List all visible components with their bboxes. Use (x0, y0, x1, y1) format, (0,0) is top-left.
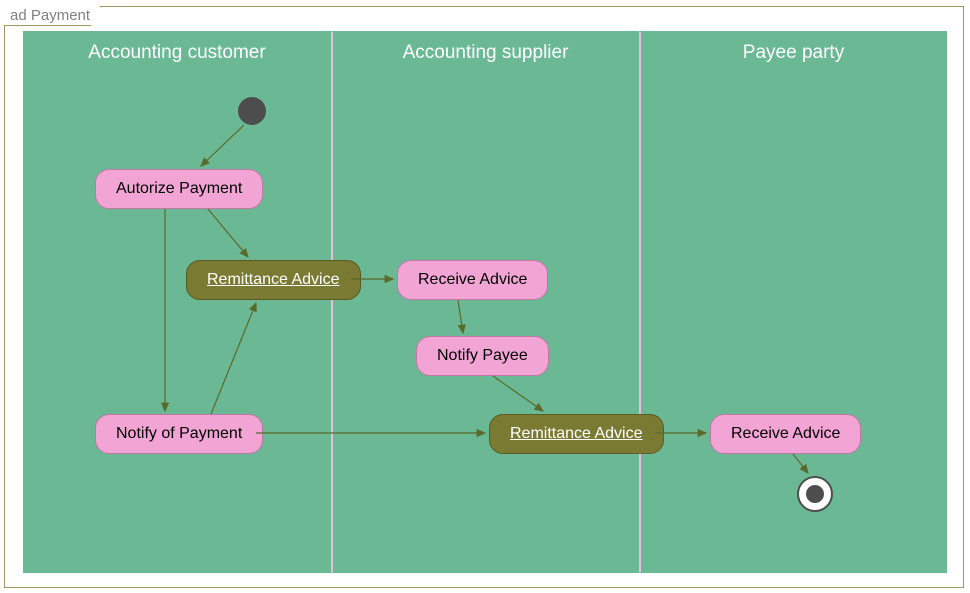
swimlane-accounting-supplier: Accounting supplier (331, 31, 639, 573)
object-remittance-advice-1: Remittance Advice (186, 260, 361, 300)
diagram-frame: ad Payment Accounting customer Accountin… (4, 6, 964, 588)
activity-notify-of-payment: Notify of Payment (95, 414, 263, 454)
swimlane-payee-party: Payee party (639, 31, 947, 573)
lane-header-payee: Payee party (641, 32, 946, 80)
object-label: Remittance Advice (510, 425, 643, 443)
initial-node-icon (238, 97, 266, 125)
activity-label: Notify of Payment (116, 425, 242, 443)
swimlane-container: Accounting customer Accounting supplier … (23, 31, 947, 573)
object-remittance-advice-2: Remittance Advice (489, 414, 664, 454)
activity-label: Receive Advice (731, 425, 840, 443)
activity-authorize-payment: Autorize Payment (95, 169, 263, 209)
lane-header-customer: Accounting customer (24, 32, 330, 80)
lane-header-supplier: Accounting supplier (333, 32, 638, 80)
activity-label: Autorize Payment (116, 180, 242, 198)
activity-notify-payee: Notify Payee (416, 336, 549, 376)
activity-label: Notify Payee (437, 347, 528, 365)
swimlane-accounting-customer: Accounting customer (23, 31, 331, 573)
activity-receive-advice-2: Receive Advice (710, 414, 861, 454)
activity-receive-advice-1: Receive Advice (397, 260, 548, 300)
frame-title: ad Payment (4, 6, 101, 26)
object-label: Remittance Advice (207, 271, 340, 289)
final-node-icon (797, 476, 833, 512)
activity-label: Receive Advice (418, 271, 527, 289)
